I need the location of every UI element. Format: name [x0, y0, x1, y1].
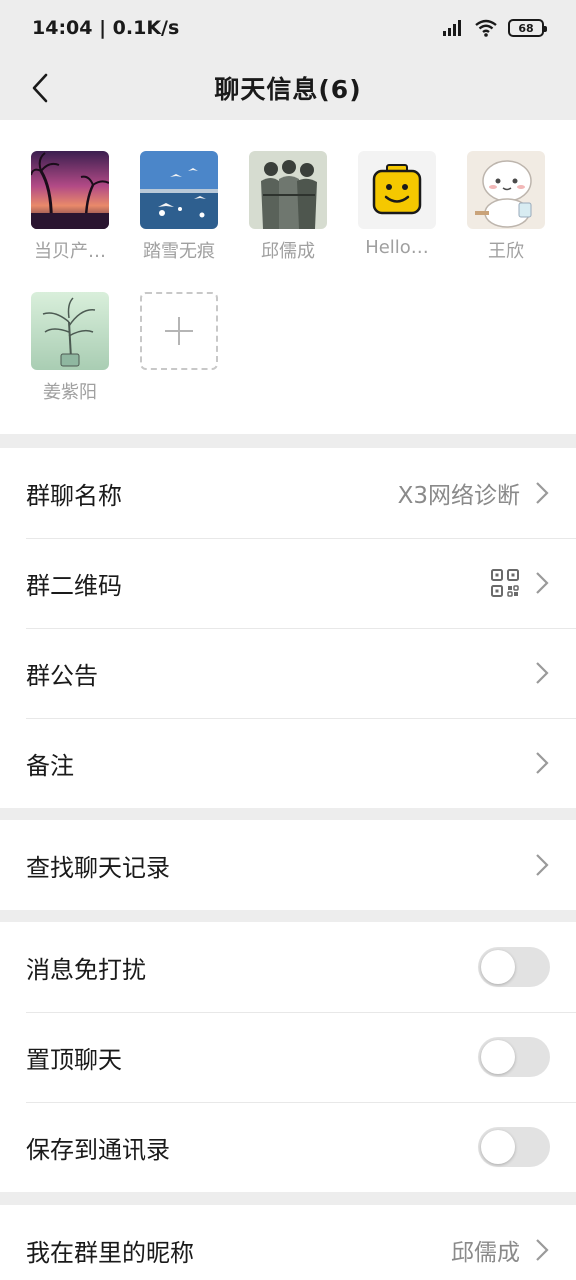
search-history-row[interactable]: 查找聊天记录	[0, 820, 576, 910]
member-item[interactable]: 邱儒成	[240, 151, 336, 263]
chevron-right-icon	[536, 752, 549, 774]
member-name: 踏雪无痕	[143, 241, 215, 262]
nav-bar: 聊天信息(6)	[0, 56, 576, 120]
back-arrow-icon	[32, 73, 48, 103]
toggle-section: 消息免打扰 置顶聊天 保存到通讯录	[0, 922, 576, 1192]
qr-code-icon	[491, 569, 519, 597]
mute-row: 消息免打扰	[0, 922, 576, 1012]
wifi-icon	[475, 19, 497, 37]
nickname-row[interactable]: 我在群里的昵称 邱儒成	[0, 1205, 576, 1280]
toggle-knob	[481, 1130, 515, 1164]
nickname-value: 邱儒成	[451, 1240, 520, 1266]
avatar	[249, 151, 327, 229]
add-member-box[interactable]	[140, 292, 218, 370]
pin-chat-toggle[interactable]	[478, 1037, 550, 1077]
member-item[interactable]: Hello…	[349, 151, 445, 258]
mute-toggle[interactable]	[478, 947, 550, 987]
plus-icon	[165, 317, 193, 345]
battery-level: 68	[518, 21, 534, 35]
status-time: 14:04	[32, 17, 93, 39]
add-member-button[interactable]	[131, 292, 227, 370]
avatar	[140, 151, 218, 229]
avatar	[31, 151, 109, 229]
member-name: 当贝产…	[34, 241, 106, 262]
row-label: 群聊名称	[26, 481, 122, 510]
status-icons: 68	[442, 19, 547, 37]
chevron-right-icon	[536, 854, 549, 876]
member-name: 王欣	[488, 241, 524, 262]
chevron-right-icon	[536, 662, 549, 684]
save-contacts-row: 保存到通讯录	[0, 1102, 576, 1192]
group-info-section: 群聊名称 X3网络诊断 群二维码 群公告 备注	[0, 448, 576, 808]
toggle-knob	[481, 950, 515, 984]
member-name: 姜紫阳	[43, 382, 97, 403]
member-name: Hello…	[365, 237, 429, 258]
row-label: 我在群里的昵称	[26, 1238, 194, 1267]
chevron-right-icon	[536, 482, 549, 504]
row-label: 保存到通讯录	[26, 1135, 170, 1164]
member-name: 邱儒成	[261, 241, 315, 262]
group-qr-row[interactable]: 群二维码	[0, 538, 576, 628]
status-bar: 14:04 | 0.1K/s 68	[0, 0, 576, 56]
network-speed: 0.1K/s	[112, 17, 180, 39]
signal-icon	[443, 20, 461, 36]
row-label: 消息免打扰	[26, 955, 146, 984]
row-label: 备注	[26, 751, 74, 780]
avatar	[467, 151, 545, 229]
save-contacts-toggle[interactable]	[478, 1127, 550, 1167]
back-button[interactable]	[18, 66, 62, 110]
group-announcement-row[interactable]: 群公告	[0, 628, 576, 718]
row-label: 群公告	[26, 661, 98, 690]
page-title: 聊天信息(6)	[214, 75, 362, 104]
row-label: 查找聊天记录	[26, 853, 170, 882]
members-panel: 当贝产… 踏雪无痕 邱儒成 Hello… 王欣 姜紫阳	[0, 120, 576, 434]
chevron-right-icon	[536, 572, 549, 594]
member-item[interactable]: 当贝产…	[22, 151, 118, 263]
remark-row[interactable]: 备注	[0, 718, 576, 808]
member-item[interactable]: 王欣	[458, 151, 554, 263]
pin-chat-row: 置顶聊天	[0, 1012, 576, 1102]
row-label: 群二维码	[26, 571, 122, 600]
avatar	[31, 292, 109, 370]
nickname-section: 我在群里的昵称 邱儒成	[0, 1205, 576, 1280]
group-name-row[interactable]: 群聊名称 X3网络诊断	[0, 448, 576, 538]
member-item[interactable]: 踏雪无痕	[131, 151, 227, 263]
row-label: 置顶聊天	[26, 1045, 122, 1074]
toggle-knob	[481, 1040, 515, 1074]
search-section: 查找聊天记录	[0, 820, 576, 910]
group-name-value: X3网络诊断	[397, 483, 520, 509]
battery-icon: 68	[508, 19, 547, 37]
avatar	[358, 151, 436, 229]
chevron-right-icon	[536, 1239, 549, 1261]
member-item[interactable]: 姜紫阳	[22, 292, 118, 404]
